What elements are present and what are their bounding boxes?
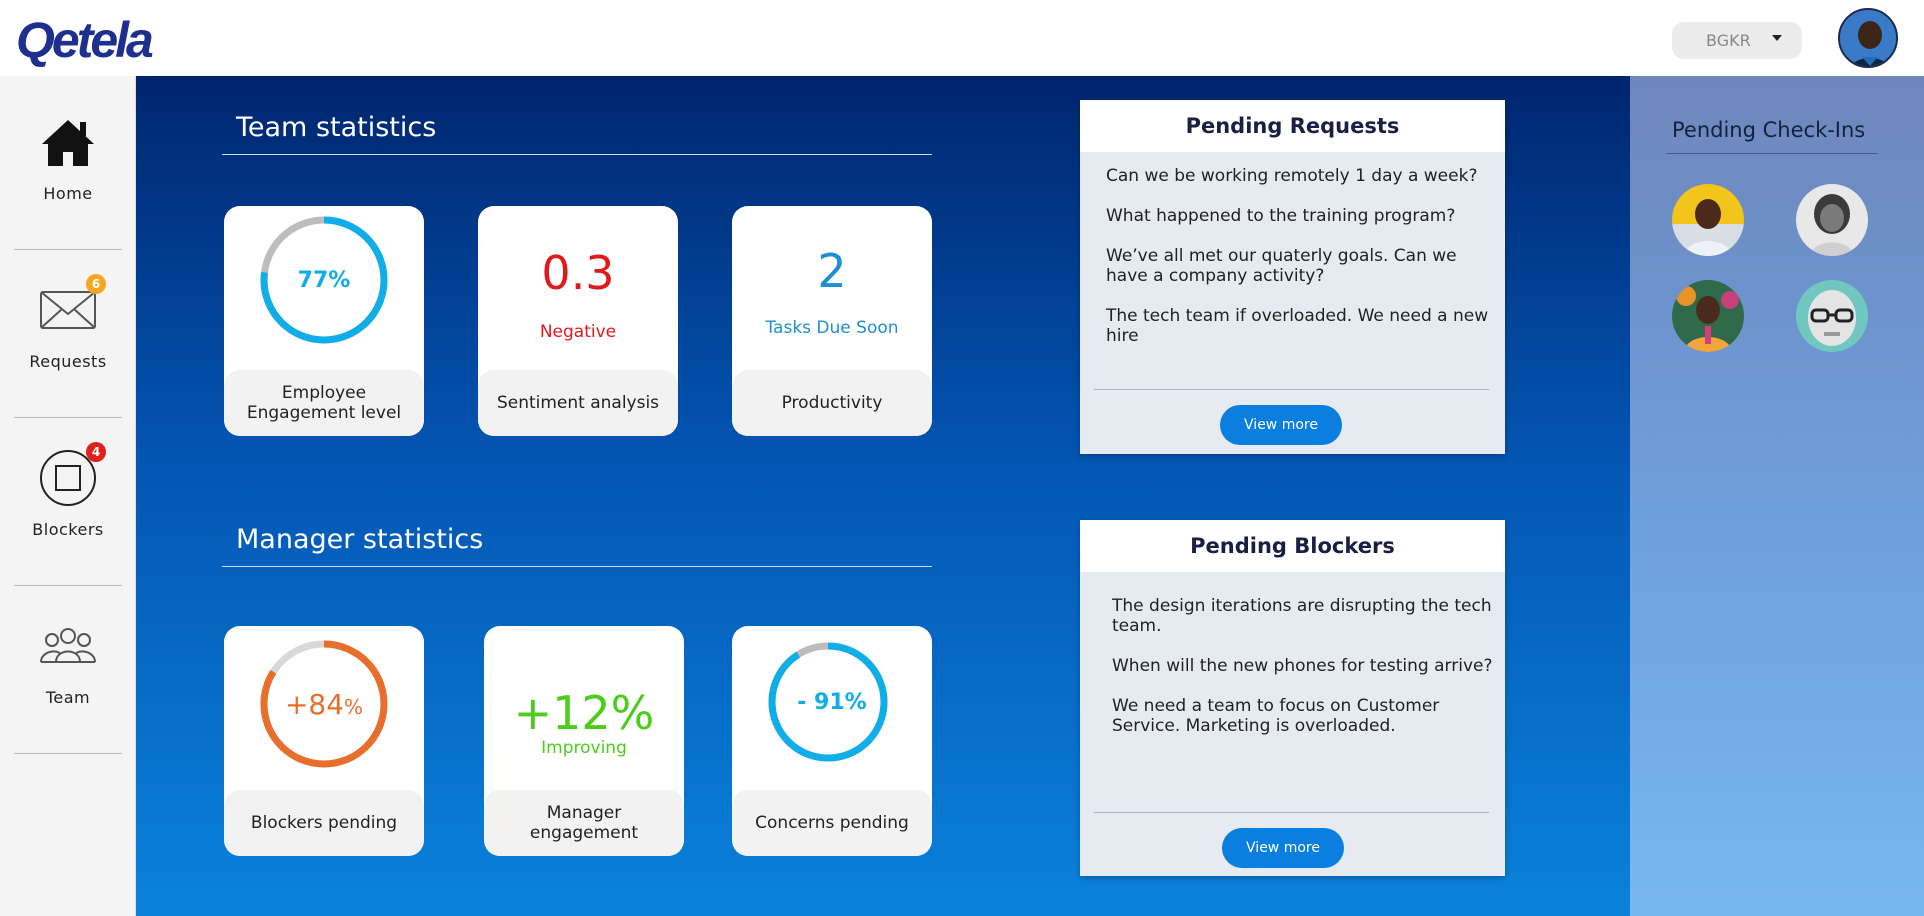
- concerns-pending-value: - 91%: [797, 690, 867, 715]
- team-statistics-title: Team statistics: [236, 112, 437, 143]
- avatar-man-yellow-icon: [1672, 184, 1744, 256]
- sidebar-item-label: Team: [45, 688, 91, 707]
- team-icon: [40, 628, 96, 663]
- productivity-value: 2: [817, 244, 847, 298]
- main-content: Team statistics 77% Employee Engagement …: [136, 76, 1630, 916]
- pending-requests-title: Pending Requests: [1080, 100, 1505, 152]
- sidebar-item-label: Blockers: [32, 520, 104, 539]
- home-icon: [42, 120, 94, 166]
- productivity-label: Productivity: [732, 370, 932, 436]
- blockers-pending-number: +84: [284, 688, 345, 721]
- sidebar-item-label: Requests: [29, 352, 107, 371]
- checkin-avatar[interactable]: [1796, 280, 1868, 352]
- blocker-item[interactable]: The design iterations are disrupting the…: [1112, 596, 1502, 636]
- productivity-sublabel: Tasks Due Soon: [765, 318, 899, 338]
- user-avatar-icon: [1840, 10, 1896, 66]
- logo[interactable]: Qetela: [16, 12, 154, 68]
- sidebar: Home 6 Requests 4 Blockers Team: [0, 76, 136, 916]
- blockers-pending-label: Blockers pending: [224, 790, 424, 856]
- sentiment-value: 0.3: [541, 246, 615, 300]
- sentiment-card[interactable]: 0.3 Negative Sentiment analysis: [478, 206, 678, 436]
- section-divider: [222, 566, 932, 567]
- pending-checkins-panel: Pending Check-Ins: [1630, 76, 1924, 916]
- blocker-item[interactable]: We need a team to focus on Customer Serv…: [1112, 696, 1502, 736]
- request-item[interactable]: The tech team if overloaded. We need a n…: [1106, 306, 1496, 346]
- concerns-pending-label: Concerns pending: [732, 790, 932, 856]
- checkin-avatar[interactable]: [1796, 184, 1868, 256]
- concerns-pending-card[interactable]: - 91% Concerns pending: [732, 626, 932, 856]
- section-divider: [1666, 153, 1878, 154]
- sidebar-divider: [14, 753, 122, 754]
- engagement-label: Employee Engagement level: [224, 370, 424, 436]
- org-select-value: BGKR: [1706, 31, 1751, 50]
- sidebar-item-team[interactable]: Team: [0, 580, 136, 748]
- blockers-pending-unit: %: [344, 695, 364, 719]
- avatar-woman-colorful-icon: [1672, 280, 1744, 352]
- user-avatar[interactable]: [1838, 8, 1898, 68]
- engagement-value: 77%: [297, 268, 351, 293]
- pending-requests-panel: Pending Requests Can we be working remot…: [1080, 100, 1505, 454]
- sidebar-item-blockers[interactable]: 4 Blockers: [0, 412, 136, 580]
- sidebar-item-requests[interactable]: 6 Requests: [0, 244, 136, 412]
- pending-blockers-panel: Pending Blockers The design iterations a…: [1080, 520, 1505, 876]
- panel-divider: [1094, 389, 1489, 390]
- manager-engagement-value: +12%: [513, 686, 655, 740]
- sidebar-item-label: Home: [43, 184, 93, 203]
- blockers-badge: 4: [86, 442, 106, 462]
- manager-engagement-card[interactable]: +12% Improving Manager engagement: [484, 626, 684, 856]
- request-item[interactable]: What happened to the training program?: [1106, 206, 1496, 226]
- manager-engagement-sublabel: Improving: [541, 738, 627, 758]
- request-item[interactable]: Can we be working remotely 1 day a week?: [1106, 166, 1496, 186]
- pending-checkins-title: Pending Check-Ins: [1672, 118, 1866, 142]
- avatar-woman-grey-icon: [1796, 184, 1868, 256]
- blocker-item[interactable]: When will the new phones for testing arr…: [1112, 656, 1502, 676]
- checkin-avatar[interactable]: [1672, 184, 1744, 256]
- blockers-pending-card[interactable]: +84% Blockers pending: [224, 626, 424, 856]
- caret-down-icon: [1772, 35, 1782, 41]
- checkin-avatar[interactable]: [1672, 280, 1744, 352]
- avatar-robot-teal-icon: [1796, 280, 1868, 352]
- top-bar: Qetela BGKR: [0, 0, 1924, 76]
- panel-divider: [1094, 812, 1489, 813]
- productivity-card[interactable]: 2 Tasks Due Soon Productivity: [732, 206, 932, 436]
- request-item[interactable]: We’ve all met our quaterly goals. Can we…: [1106, 246, 1496, 286]
- requests-badge: 6: [86, 274, 106, 294]
- org-select[interactable]: BGKR: [1672, 22, 1802, 59]
- blockers-view-more-button[interactable]: View more: [1222, 828, 1344, 868]
- sidebar-item-home[interactable]: Home: [0, 76, 136, 244]
- blockers-pending-value: +84%: [224, 688, 424, 721]
- manager-engagement-label: Manager engagement: [484, 790, 684, 856]
- section-divider: [222, 154, 932, 155]
- sentiment-sublabel: Negative: [539, 322, 617, 342]
- manager-statistics-title: Manager statistics: [236, 524, 484, 555]
- sentiment-label: Sentiment analysis: [478, 370, 678, 436]
- requests-view-more-button[interactable]: View more: [1220, 405, 1342, 445]
- pending-blockers-title: Pending Blockers: [1080, 520, 1505, 572]
- engagement-card[interactable]: 77% Employee Engagement level: [224, 206, 424, 436]
